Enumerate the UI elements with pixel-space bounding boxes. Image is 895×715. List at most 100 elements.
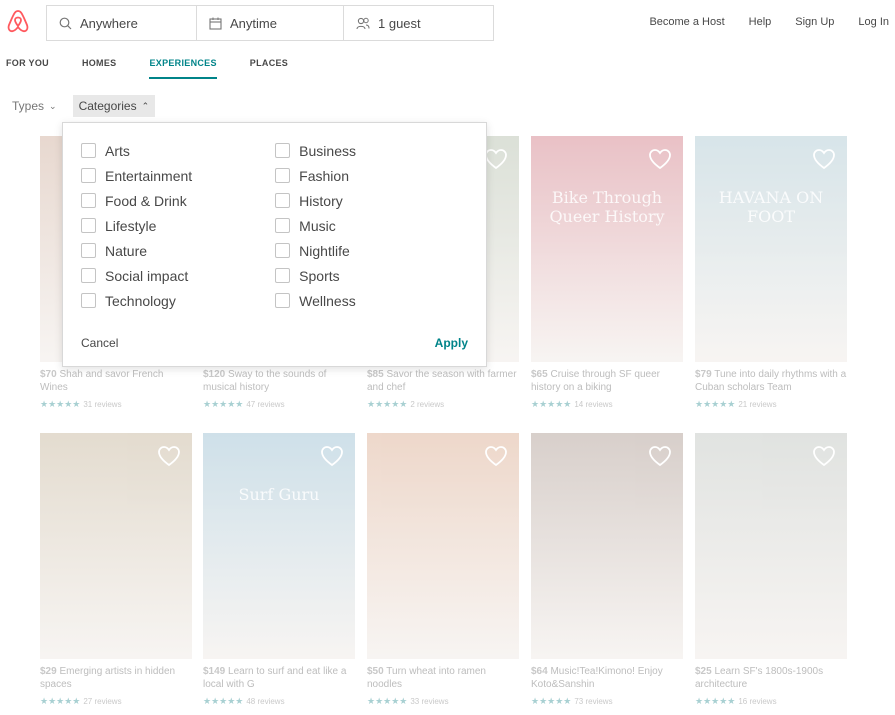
experience-photo[interactable]	[40, 433, 192, 659]
review-count: 21 reviews	[738, 400, 777, 409]
experience-caption[interactable]: $65 Cruise through SF queer history on a…	[531, 368, 683, 394]
categories-filter-label: Categories	[78, 99, 137, 113]
log-in-link[interactable]: Log In	[858, 16, 889, 28]
experience-title: Music!Tea!Kimono! Enjoy Koto&Sanshin	[531, 666, 663, 690]
category-checkbox[interactable]	[81, 293, 96, 308]
star-rating-icon: ★★★★★	[695, 399, 736, 409]
experience-title: Cruise through SF queer history on a bik…	[531, 369, 660, 393]
become-host-link[interactable]: Become a Host	[649, 16, 724, 28]
review-count: 31 reviews	[83, 400, 122, 409]
review-count: 14 reviews	[574, 400, 613, 409]
heart-icon[interactable]	[648, 445, 672, 467]
help-link[interactable]: Help	[749, 16, 772, 28]
star-rating-icon: ★★★★★	[531, 399, 572, 409]
heart-icon[interactable]	[320, 445, 344, 467]
experience-caption[interactable]: $70 Shah and savor French Wines	[40, 368, 192, 394]
category-label: Fashion	[299, 167, 349, 184]
experience-price: $65	[531, 369, 548, 380]
category-option[interactable]: Wellness	[275, 292, 356, 309]
category-label: Nightlife	[299, 242, 350, 259]
category-option[interactable]: Music	[275, 217, 356, 234]
category-checkbox[interactable]	[81, 268, 96, 283]
tab-experiences[interactable]: EXPERIENCES	[149, 58, 217, 79]
category-checkbox[interactable]	[275, 193, 291, 208]
review-count: 2 reviews	[410, 400, 445, 409]
category-option[interactable]: Social impact	[81, 267, 192, 284]
experience-photo[interactable]: Surf Guru	[203, 433, 355, 659]
experience-card[interactable]: Surf Guru $149 Learn to surf and eat like…	[203, 433, 355, 707]
experience-caption[interactable]: $64 Music!Tea!Kimono! Enjoy Koto&Sanshin	[531, 665, 683, 691]
tab-for-you[interactable]: FOR YOU	[6, 58, 49, 79]
categories-column-right: Business Fashion History Music Nightlife Spor…	[275, 142, 356, 309]
category-checkbox[interactable]	[81, 218, 96, 233]
rating-row: ★★★★★ 2 reviews	[367, 399, 519, 410]
experience-card[interactable]: Bike Through Queer History $65 Cruise thr…	[531, 136, 683, 410]
category-checkbox[interactable]	[81, 193, 96, 208]
experience-caption[interactable]: $79 Tune into daily rhythms with a Cuban…	[695, 368, 847, 394]
categories-filter-button[interactable]: Categories ⌃	[72, 95, 156, 117]
experience-photo[interactable]: Bike Through Queer History	[531, 136, 683, 362]
category-option[interactable]: History	[275, 192, 356, 209]
category-checkbox[interactable]	[275, 268, 291, 283]
category-checkbox[interactable]	[275, 243, 291, 258]
category-option[interactable]: Business	[275, 142, 356, 159]
category-checkbox[interactable]	[275, 293, 291, 308]
category-option[interactable]: Nightlife	[275, 242, 356, 259]
category-label: Technology	[105, 292, 176, 309]
tab-places[interactable]: PLACES	[250, 58, 288, 79]
experience-caption[interactable]: $29 Emerging artists in hidden spaces	[40, 665, 192, 691]
category-option[interactable]: Fashion	[275, 167, 356, 184]
airbnb-logo-icon[interactable]	[6, 8, 30, 34]
location-field[interactable]: Anywhere	[47, 6, 197, 40]
heart-icon[interactable]	[157, 445, 181, 467]
types-filter-button[interactable]: Types ⌄	[6, 95, 63, 117]
experience-price: $29	[40, 666, 57, 677]
category-option[interactable]: Technology	[81, 292, 192, 309]
category-checkbox[interactable]	[275, 143, 291, 158]
category-option[interactable]: Lifestyle	[81, 217, 192, 234]
date-field[interactable]: Anytime	[197, 6, 344, 40]
search-icon	[59, 17, 72, 29]
category-checkbox[interactable]	[81, 243, 96, 258]
category-option[interactable]: Entertainment	[81, 167, 192, 184]
experience-photo[interactable]	[695, 433, 847, 659]
heart-icon[interactable]	[648, 148, 672, 170]
category-option[interactable]: Nature	[81, 242, 192, 259]
tab-homes[interactable]: HOMES	[82, 58, 117, 79]
experience-caption[interactable]: $149 Learn to surf and eat like a local …	[203, 665, 355, 691]
star-rating-icon: ★★★★★	[367, 696, 408, 706]
experience-card[interactable]: $50 Turn wheat into ramen noodles ★★★★★ 33…	[367, 433, 519, 707]
experience-photo[interactable]	[367, 433, 519, 659]
category-option[interactable]: Food & Drink	[81, 192, 192, 209]
category-label: Business	[299, 142, 356, 159]
experience-card[interactable]: HAVANA ON FOOT $79 Tune into daily rhythm…	[695, 136, 847, 410]
heart-icon[interactable]	[812, 445, 836, 467]
experience-card[interactable]: $25 Learn SF's 1800s-1900s architecture ★…	[695, 433, 847, 707]
category-checkbox[interactable]	[81, 143, 96, 158]
experience-caption[interactable]: $25 Learn SF's 1800s-1900s architecture	[695, 665, 847, 691]
category-checkbox[interactable]	[275, 168, 291, 183]
rating-row: ★★★★★ 48 reviews	[203, 696, 355, 707]
heart-icon[interactable]	[484, 445, 508, 467]
experience-card[interactable]: $29 Emerging artists in hidden spaces ★★★…	[40, 433, 192, 707]
heart-icon[interactable]	[484, 148, 508, 170]
category-label: Nature	[105, 242, 148, 259]
heart-icon[interactable]	[812, 148, 836, 170]
top-nav: Become a Host Help Sign Up Log In	[649, 16, 889, 28]
experience-caption[interactable]: $50 Turn wheat into ramen noodles	[367, 665, 519, 691]
category-checkbox[interactable]	[275, 218, 291, 233]
experience-price: $149	[203, 666, 226, 677]
experience-photo[interactable]: HAVANA ON FOOT	[695, 136, 847, 362]
experience-caption[interactable]: $85 Savor the season with farmer and che…	[367, 368, 519, 394]
cancel-button[interactable]: Cancel	[81, 336, 118, 350]
guests-field[interactable]: 1 guest	[344, 6, 493, 40]
category-checkbox[interactable]	[81, 168, 96, 183]
experience-caption[interactable]: $120 Sway to the sounds of musical histo…	[203, 368, 355, 394]
category-option[interactable]: Sports	[275, 267, 356, 284]
experience-photo[interactable]	[531, 433, 683, 659]
sign-up-link[interactable]: Sign Up	[795, 16, 834, 28]
category-option[interactable]: Arts	[81, 142, 192, 159]
star-rating-icon: ★★★★★	[40, 696, 81, 706]
experience-card[interactable]: $64 Music!Tea!Kimono! Enjoy Koto&Sanshin…	[531, 433, 683, 707]
apply-button[interactable]: Apply	[435, 336, 468, 350]
